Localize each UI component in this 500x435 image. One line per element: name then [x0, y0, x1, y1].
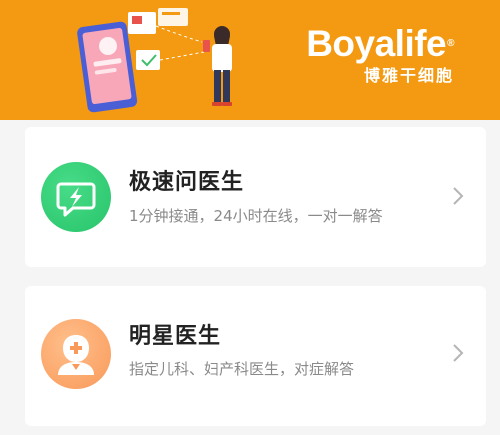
service-description: 指定儿科、妇产科医生，对症解答	[129, 360, 355, 378]
brand-name: Boyalife	[306, 23, 447, 64]
chevron-right-icon	[453, 187, 464, 205]
brand-registered-mark: ®	[447, 38, 454, 49]
service-card-quick-consult[interactable]: 极速问医生 1分钟接通，24小时在线，一对一解答	[25, 127, 486, 267]
brand-subtitle: 博雅干细胞	[363, 66, 454, 85]
service-description: 1分钟接通，24小时在线，一对一解答	[129, 207, 383, 225]
service-card-star-doctor[interactable]: 明星医生 指定儿科、妇产科医生，对症解答	[25, 286, 486, 426]
brand-logo: Boyalife® 博雅干细胞	[306, 24, 454, 86]
doctor-consult-illustration	[77, 8, 232, 113]
doctor-icon	[41, 319, 111, 389]
service-title: 极速问医生	[129, 170, 245, 195]
header-banner: Boyalife® 博雅干细胞	[0, 0, 500, 120]
chat-lightning-icon	[41, 162, 111, 232]
service-title: 明星医生	[129, 324, 222, 349]
chevron-right-icon	[453, 344, 464, 362]
